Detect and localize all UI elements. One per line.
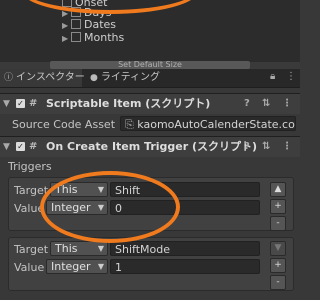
add-trigger-button[interactable]: + — [270, 199, 286, 214]
target-text-field[interactable]: ShiftMode — [110, 241, 260, 256]
context-menu-icon[interactable]: ⋮ — [282, 137, 292, 157]
lock-icon[interactable]: 🔒︎ — [270, 71, 275, 82]
annotation-circle-trigger — [40, 171, 180, 243]
presets-icon[interactable]: ⇅ — [262, 137, 270, 157]
component-title: On Create Item Trigger (スクリプト) — [46, 140, 258, 153]
expand-arrow-icon[interactable]: ▶ — [62, 21, 71, 30]
chevron-down-icon: ▼ — [97, 244, 104, 253]
script-icon: # — [29, 98, 38, 109]
enabled-checkbox[interactable]: ✓ — [16, 99, 25, 108]
set-default-size-button[interactable]: Set Default Size — [50, 61, 250, 69]
source-code-asset-label: Source Code Asset — [12, 118, 116, 131]
tab-bar: ⓘ インスペクター ● ライティング — [0, 69, 300, 88]
move-up-button[interactable]: ▲ — [270, 182, 286, 197]
remove-trigger-button[interactable]: - — [270, 275, 286, 290]
tree-item-months[interactable]: ▶ Months — [62, 31, 124, 44]
triggers-label: Triggers — [8, 160, 52, 173]
target-label: Target — [14, 243, 49, 256]
context-menu-icon[interactable]: ⋮ — [282, 94, 292, 114]
remove-trigger-button[interactable]: - — [270, 216, 286, 231]
value-label: Value — [14, 261, 45, 274]
expand-arrow-icon[interactable]: ▶ — [62, 34, 71, 43]
presets-icon[interactable]: ⇅ — [262, 94, 270, 114]
help-icon[interactable]: ? — [244, 94, 250, 114]
tab-inspector[interactable]: ⓘ インスペクター — [0, 69, 85, 87]
expand-arrow-icon[interactable]: ▼ — [3, 94, 11, 114]
tab-lighting[interactable]: ● ライティング — [86, 69, 160, 87]
gameobject-icon — [71, 19, 81, 29]
script-icon: # — [29, 141, 38, 152]
move-down-button[interactable]: ▼ — [270, 241, 286, 256]
target-dropdown[interactable]: This ▼ — [50, 241, 108, 256]
source-code-asset-field[interactable]: ⎘ kaomoAutoCalenderState.con — [120, 116, 296, 131]
tree-item-dates[interactable]: ▶ Dates — [62, 18, 116, 31]
value-field[interactable]: 1 — [110, 259, 260, 274]
gameobject-icon — [71, 32, 81, 42]
lightbulb-icon: ● — [90, 73, 98, 83]
enabled-checkbox[interactable]: ✓ — [16, 142, 25, 151]
help-icon[interactable]: ? — [244, 137, 250, 157]
expand-arrow-icon[interactable]: ▼ — [3, 137, 11, 157]
info-icon: ⓘ — [4, 73, 14, 83]
kebab-menu-icon[interactable]: ⋮ — [286, 71, 296, 82]
add-trigger-button[interactable]: + — [270, 258, 286, 273]
scriptable-item-header[interactable]: ▼ ✓ # Scriptable Item (スクリプト) ? ⇅ ⋮ — [0, 93, 300, 114]
component-title: Scriptable Item (スクリプト) — [46, 97, 211, 110]
chevron-down-icon: ▼ — [97, 262, 104, 271]
value-type-dropdown[interactable]: Integer ▼ — [46, 259, 108, 274]
script-asset-icon: ⎘ — [125, 118, 138, 131]
trigger-component-header[interactable]: ▼ ✓ # On Create Item Trigger (スクリプト) ? ⇅… — [0, 136, 300, 157]
